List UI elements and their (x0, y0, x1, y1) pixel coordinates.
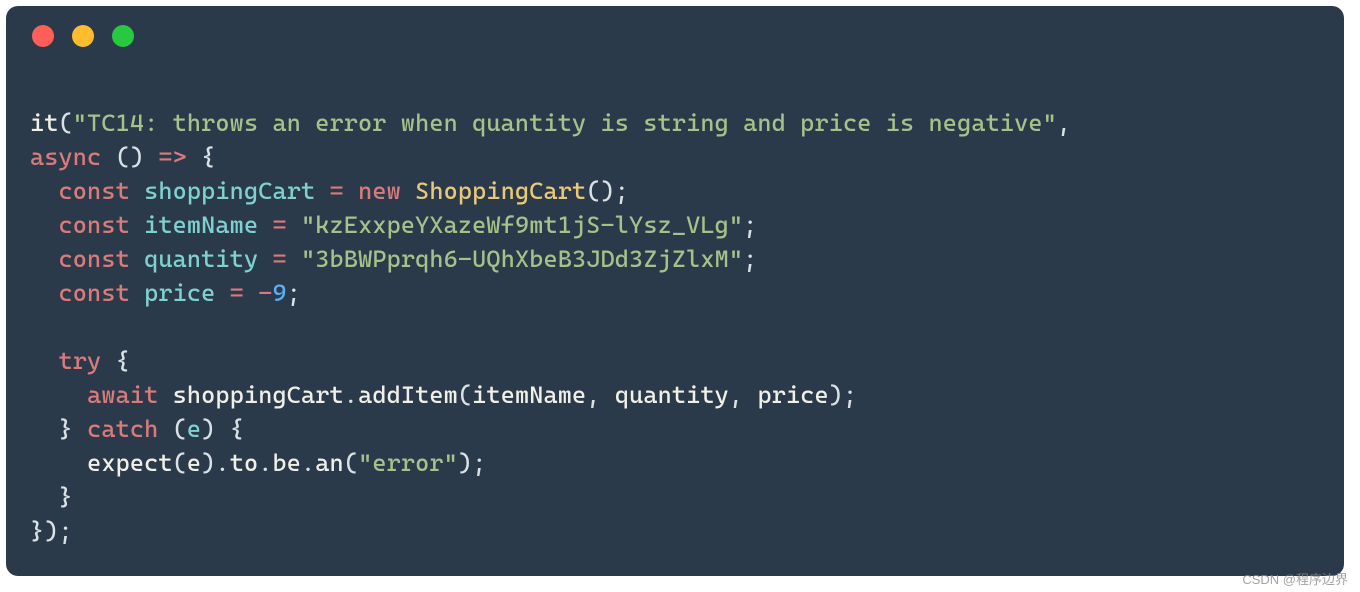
var-cart: shoppingCart (144, 177, 315, 205)
code-block: it("TC14: throws an error when quantity … (6, 66, 1344, 572)
minimize-icon[interactable] (72, 25, 94, 47)
str-itemname: "kzExxpeYXazeWf9mt1jS-lYsz_VLg" (301, 211, 743, 239)
kw-try: try (59, 347, 102, 375)
kw-async: async (30, 143, 101, 171)
num-price: 9 (272, 279, 286, 307)
code-window: it("TC14: throws an error when quantity … (6, 6, 1344, 576)
str-error: "error" (358, 449, 458, 477)
fn-expect: expect (87, 449, 173, 477)
arrow: => (158, 143, 187, 171)
window-titlebar (6, 6, 1344, 66)
watermark: CSDN @程序边界 (1242, 569, 1348, 588)
class-cart: ShoppingCart (415, 177, 586, 205)
var-price: price (144, 279, 215, 307)
kw-new: new (358, 177, 401, 205)
kw-const: const (59, 177, 130, 205)
var-quantity: quantity (144, 245, 258, 273)
kw-catch: catch (87, 415, 158, 443)
maximize-icon[interactable] (112, 25, 134, 47)
close-icon[interactable] (32, 25, 54, 47)
method-additem: addItem (358, 381, 458, 409)
var-e: e (187, 415, 201, 443)
test-description: "TC14: throws an error when quantity is … (73, 109, 1057, 137)
fn-it: it (30, 109, 59, 137)
kw-await: await (87, 381, 158, 409)
var-itemname: itemName (144, 211, 258, 239)
str-quantity: "3bBWPprqh6-UQhXbeB3JDd3ZjZlxM" (301, 245, 743, 273)
